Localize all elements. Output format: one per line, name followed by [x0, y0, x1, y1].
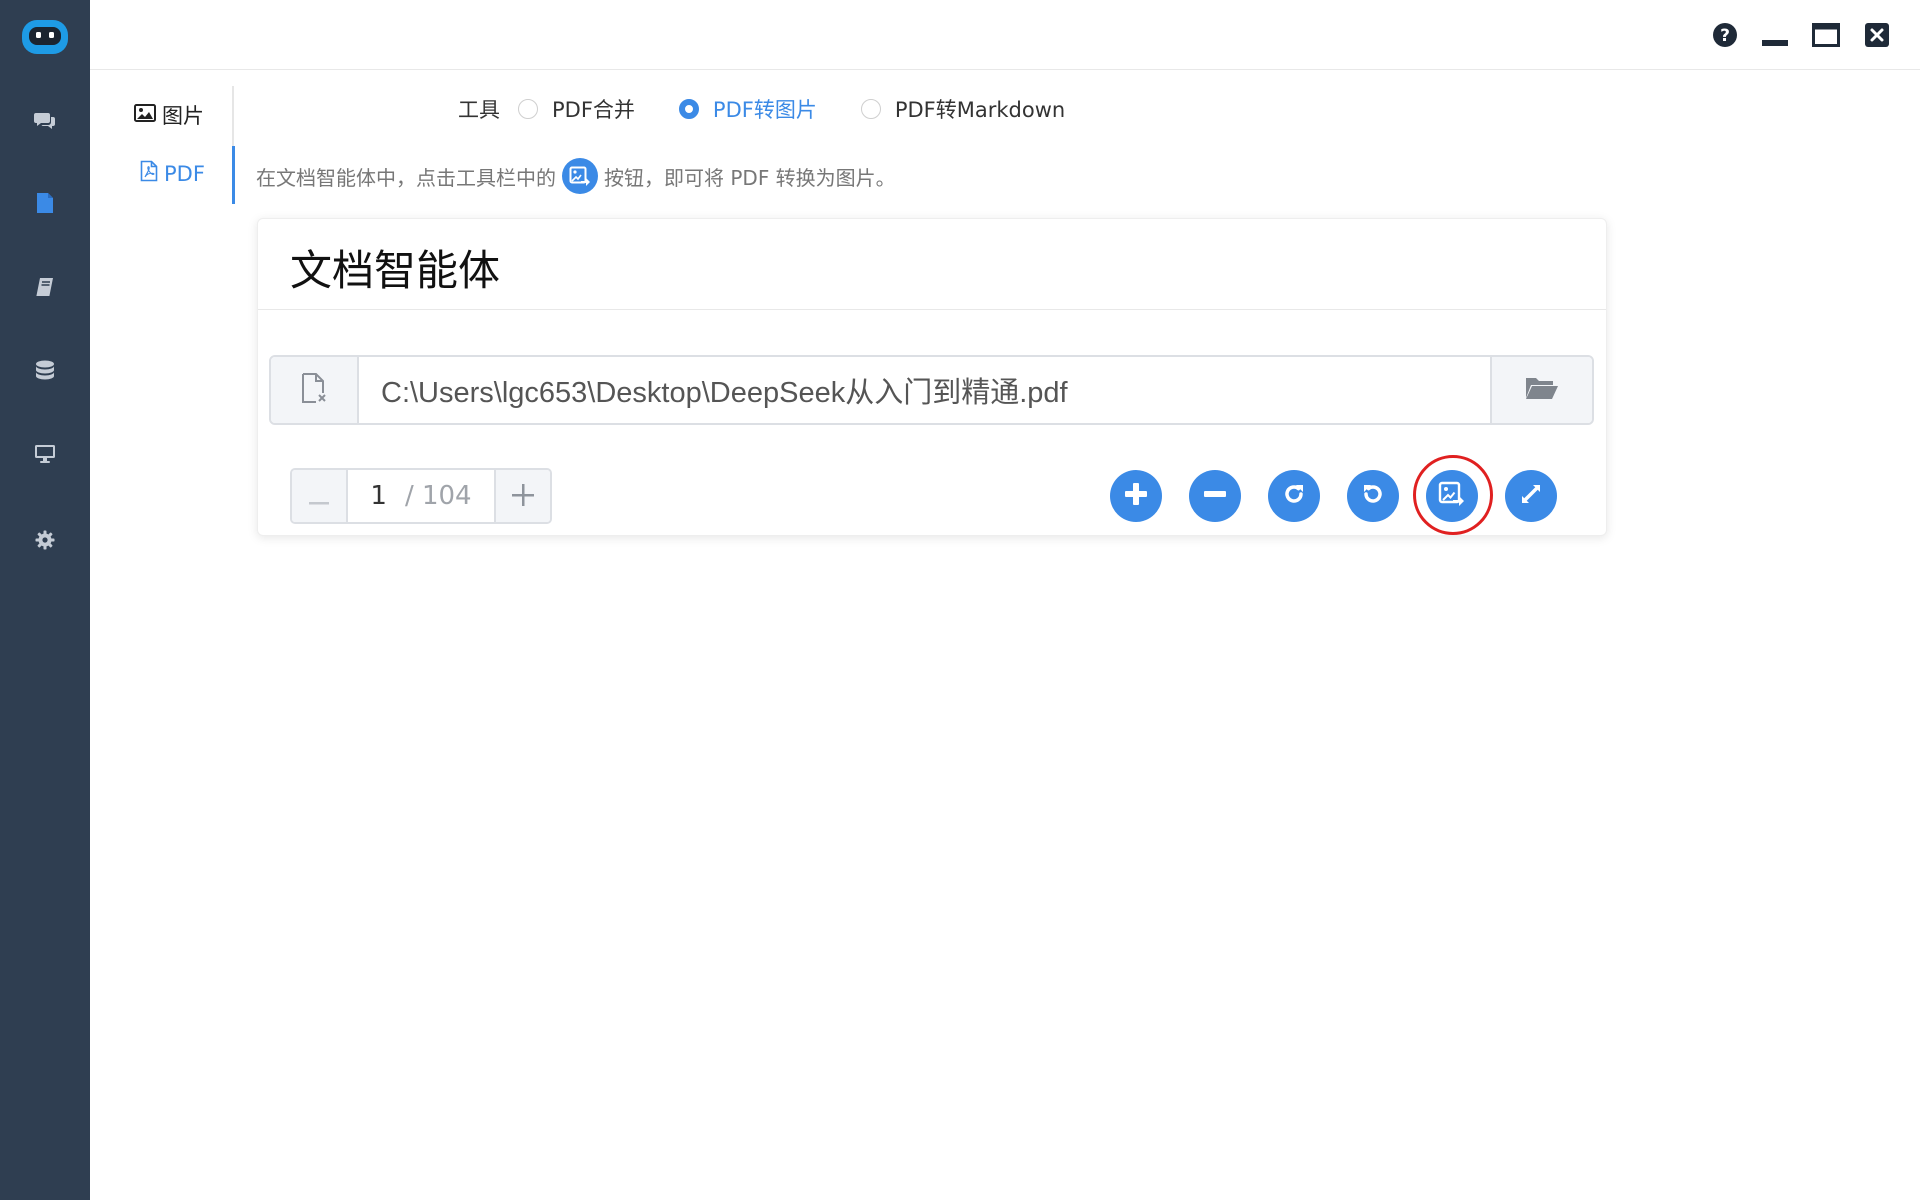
app-window: ? 图片 PDF 工具 PDF合并 PDF转图片 PDF转Markdown 在文… [0, 0, 1920, 1200]
open-folder-button[interactable] [1490, 357, 1592, 423]
pdf-file-icon [140, 160, 158, 187]
book-icon[interactable] [25, 267, 65, 307]
file-path-group [269, 355, 1594, 425]
pdf-to-image-icon [562, 158, 598, 194]
rotate-clockwise-icon [1282, 482, 1306, 510]
help-icon[interactable]: ? [1710, 20, 1740, 50]
document-icon[interactable] [25, 183, 65, 223]
radio-pdf-to-image-label: PDF转图片 [712, 98, 817, 122]
radio-pdf-to-image-circle[interactable] [678, 99, 699, 119]
chat-bubbles-icon[interactable] [25, 100, 65, 140]
minimize-icon[interactable] [1760, 20, 1790, 50]
rotate-counterclockwise-button[interactable] [1347, 470, 1399, 522]
zoom-out-icon [1204, 483, 1226, 509]
category-tab-image[interactable]: 图片 [134, 100, 204, 130]
pdf-to-image-icon [1438, 481, 1466, 511]
category-tab-pdf-label: PDF [164, 161, 205, 186]
zoom-in-icon [1125, 483, 1147, 509]
file-remove-icon [300, 372, 328, 408]
current-page-input[interactable]: 1 [370, 481, 387, 511]
card-title: 文档智能体 [290, 246, 501, 295]
maximize-icon[interactable] [1811, 20, 1841, 50]
instruction-hint: 在文档智能体中，点击工具栏中的 按钮，即可将 PDF 转换为图片。 [256, 158, 896, 194]
page-indicator: 1 / 104 [348, 470, 494, 522]
plus-icon [512, 479, 534, 514]
hint-text-after: 按钮，即可将 PDF 转换为图片。 [604, 165, 896, 190]
document-agent-card: 文档智能体 C:\Users\lgc653\Desktop\DeepSeek从入… [257, 218, 1607, 536]
minus-icon [309, 479, 329, 514]
fullscreen-icon [1519, 482, 1543, 510]
pdf-to-image-button[interactable] [1426, 470, 1478, 522]
rotate-counterclockwise-icon [1361, 482, 1385, 510]
radio-pdf-to-markdown-label: PDF转Markdown [894, 98, 1066, 122]
radio-pdf-to-markdown-circle[interactable] [860, 99, 881, 119]
active-category-indicator [232, 146, 235, 204]
folder-open-icon [1525, 375, 1559, 405]
radio-pdf-to-markdown[interactable]: PDF转Markdown [860, 94, 1066, 124]
category-tab-image-label: 图片 [162, 104, 204, 128]
robot-logo-icon [20, 16, 70, 58]
title-bar: ? [90, 0, 1920, 70]
hint-text-before: 在文档智能体中，点击工具栏中的 [256, 165, 556, 190]
zoom-out-button[interactable] [1189, 470, 1241, 522]
rotate-clockwise-button[interactable] [1268, 470, 1320, 522]
gear-icon[interactable] [25, 520, 65, 560]
radio-pdf-merge-circle[interactable] [518, 99, 538, 119]
card-title-divider [258, 309, 1606, 310]
database-icon[interactable] [25, 351, 65, 391]
left-nav-rail [0, 0, 90, 1200]
previous-page-button[interactable] [292, 470, 348, 522]
svg-text:?: ? [1720, 26, 1730, 46]
image-icon [134, 103, 156, 127]
file-path-input[interactable] [359, 357, 1490, 423]
radio-pdf-to-image[interactable]: PDF转图片 [678, 94, 817, 124]
tools-radio-group: 工具 PDF合并 PDF转图片 PDF转Markdown [458, 94, 1109, 124]
next-page-button[interactable] [494, 470, 550, 522]
close-icon[interactable] [1862, 20, 1892, 50]
zoom-in-button[interactable] [1110, 470, 1162, 522]
page-navigator: 1 / 104 [290, 468, 552, 524]
total-pages: / 104 [404, 481, 472, 511]
tools-label: 工具 [458, 98, 500, 122]
radio-pdf-merge[interactable]: PDF合并 [518, 94, 635, 124]
monitor-icon[interactable] [25, 434, 65, 474]
category-tab-pdf[interactable]: PDF [140, 160, 205, 187]
fullscreen-button[interactable] [1505, 470, 1557, 522]
clear-file-button[interactable] [271, 357, 359, 423]
radio-pdf-merge-label: PDF合并 [552, 98, 635, 122]
